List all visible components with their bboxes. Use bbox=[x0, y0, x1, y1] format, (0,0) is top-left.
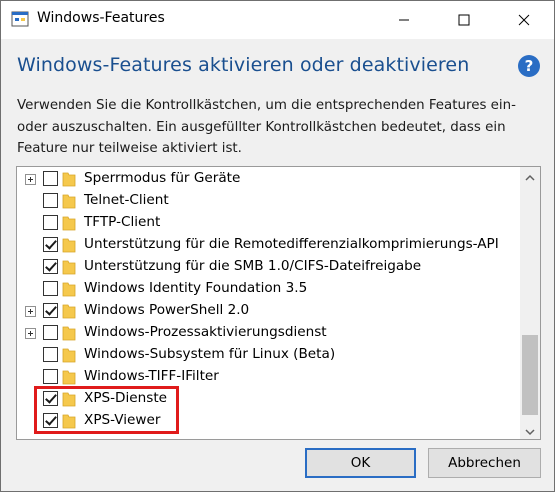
folder-icon bbox=[62, 303, 76, 319]
feature-row[interactable]: Windows-TIFF-IFilter bbox=[17, 366, 517, 388]
windows-features-dialog: Windows-Features Windows-Features aktivi… bbox=[0, 0, 555, 492]
dialog-description: Verwenden Sie die Kontrollkästchen, um d… bbox=[17, 98, 516, 156]
feature-label: Sperrmodus für Geräte bbox=[84, 170, 241, 186]
minimize-icon bbox=[398, 11, 410, 30]
feature-row[interactable]: Windows Identity Foundation 3.5 bbox=[17, 278, 517, 300]
close-icon bbox=[518, 11, 530, 30]
feature-row[interactable]: Windows-Subsystem für Linux (Beta) bbox=[17, 344, 517, 366]
expand-icon[interactable] bbox=[25, 174, 36, 185]
folder-icon bbox=[62, 325, 76, 341]
folder-icon bbox=[62, 237, 76, 253]
feature-checkbox[interactable] bbox=[43, 281, 58, 296]
expand-icon[interactable] bbox=[25, 328, 36, 339]
feature-row[interactable]: TFTP-Client bbox=[17, 212, 517, 234]
maximize-icon bbox=[458, 11, 470, 30]
help-icon[interactable]: ? bbox=[518, 55, 540, 77]
feature-label: Windows-Prozessaktivierungsdienst bbox=[84, 324, 327, 340]
scrollbar-thumb[interactable] bbox=[522, 335, 538, 415]
cancel-button[interactable]: Abbrechen bbox=[428, 448, 541, 478]
feature-row[interactable]: Telnet-Client bbox=[17, 190, 517, 212]
feature-checkbox[interactable] bbox=[43, 325, 58, 340]
chevron-up-icon bbox=[525, 167, 535, 186]
feature-label: TFTP-Client bbox=[84, 214, 161, 230]
feature-row[interactable]: Windows PowerShell 2.0 bbox=[17, 300, 517, 322]
feature-label: Telnet-Client bbox=[84, 192, 169, 208]
folder-icon bbox=[62, 171, 76, 187]
feature-checkbox[interactable] bbox=[43, 259, 58, 274]
close-button[interactable] bbox=[501, 1, 547, 39]
feature-checkbox[interactable] bbox=[43, 347, 58, 362]
expand-icon[interactable] bbox=[25, 306, 36, 317]
feature-label: Windows-Subsystem für Linux (Beta) bbox=[84, 346, 336, 362]
feature-label: Unterstützung für die SMB 1.0/CIFS-Datei… bbox=[84, 258, 422, 274]
folder-icon bbox=[62, 193, 76, 209]
title-bar: Windows-Features bbox=[1, 1, 554, 39]
folder-icon bbox=[62, 259, 76, 275]
windows-features-icon bbox=[11, 10, 29, 28]
feature-label: Windows PowerShell 2.0 bbox=[84, 302, 250, 318]
folder-icon bbox=[62, 281, 76, 297]
feature-label: Unterstützung für die Remotedifferenzial… bbox=[84, 236, 499, 252]
maximize-button[interactable] bbox=[441, 1, 487, 39]
ok-button[interactable]: OK bbox=[305, 448, 416, 478]
scroll-up-button[interactable] bbox=[520, 167, 540, 185]
highlight-box bbox=[34, 386, 179, 434]
feature-label: Windows-TIFF-IFilter bbox=[84, 368, 219, 384]
minimize-button[interactable] bbox=[381, 1, 427, 39]
chevron-down-icon bbox=[525, 421, 535, 440]
feature-checkbox[interactable] bbox=[43, 303, 58, 318]
folder-icon bbox=[62, 369, 76, 385]
feature-checkbox[interactable] bbox=[43, 215, 58, 230]
dialog-heading: Windows-Features aktivieren oder deaktiv… bbox=[17, 54, 470, 76]
scroll-down-button[interactable] bbox=[520, 421, 540, 439]
feature-checkbox[interactable] bbox=[43, 237, 58, 252]
feature-label: Windows Identity Foundation 3.5 bbox=[84, 280, 308, 296]
feature-row[interactable]: Windows-Prozessaktivierungsdienst bbox=[17, 322, 517, 344]
feature-row[interactable]: Unterstützung für die Remotedifferenzial… bbox=[17, 234, 517, 256]
feature-checkbox[interactable] bbox=[43, 171, 58, 186]
window-title: Windows-Features bbox=[37, 10, 165, 26]
folder-icon bbox=[62, 347, 76, 363]
folder-icon bbox=[62, 215, 76, 231]
vertical-scrollbar[interactable] bbox=[520, 167, 540, 439]
feature-checkbox[interactable] bbox=[43, 193, 58, 208]
feature-checkbox[interactable] bbox=[43, 369, 58, 384]
feature-row[interactable]: Unterstützung für die SMB 1.0/CIFS-Datei… bbox=[17, 256, 517, 278]
feature-row[interactable]: Sperrmodus für Geräte bbox=[17, 168, 517, 190]
